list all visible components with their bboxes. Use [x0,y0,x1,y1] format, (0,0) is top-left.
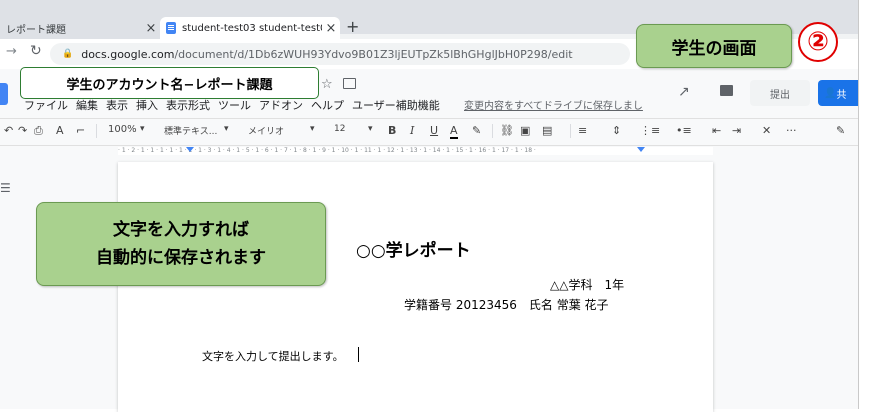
clear-formatting-icon[interactable]: ✕ [762,124,771,137]
link-icon[interactable]: ⛓ [500,124,514,137]
comment-icon[interactable] [720,85,733,96]
menu-edit[interactable]: 編集 [76,97,98,113]
tab-student-doc[interactable]: student-test03 student-test03 - L × [160,17,340,39]
submit-button[interactable]: 提出 [750,80,810,106]
insert-image-icon[interactable]: ▤ [542,124,552,137]
step-number-badge: ② [798,22,838,62]
toolbar-divider [96,124,97,138]
reload-icon[interactable]: ↻ [30,43,42,59]
menu-bar: ファイル 編集 表示 挿入 表示形式 ツール アドオン ヘルプ ユーザー補助機能 [24,97,448,113]
right-indent-marker[interactable] [637,147,645,152]
chevron-down-icon[interactable]: ▾ [224,124,229,134]
text-color-icon[interactable]: A [450,124,458,139]
editing-mode-icon[interactable]: ✎ [836,124,845,137]
paragraph-style-select[interactable]: 標準テキス... [164,124,217,137]
url-domain: docs.google.com [81,47,175,61]
font-size-select[interactable]: 12 [334,124,345,134]
url-text: docs.google.com/document/d/1Db6zWUH93Ydv… [81,48,572,61]
decrease-indent-icon[interactable]: ⇤ [712,124,721,137]
chevron-down-icon[interactable]: ▾ [310,124,315,134]
docs-logo-icon[interactable] [0,83,8,105]
close-icon[interactable]: × [142,21,160,36]
toolbar-divider [570,124,571,138]
menu-view[interactable]: 表示 [106,97,128,113]
tab-student-doc-title: student-test03 student-test03 - L [182,22,322,34]
tab-report-title: レポート課題 [6,24,66,36]
menu-addons[interactable]: アドオン [259,97,303,113]
paint-format-icon[interactable]: ⌐ [76,124,85,137]
numbered-list-icon[interactable]: ⋮≡ [640,124,660,137]
bold-icon[interactable]: B [388,124,396,137]
outline-icon[interactable]: ☰ [0,181,11,195]
menu-file[interactable]: ファイル [24,97,68,113]
menu-insert[interactable]: 挿入 [136,97,158,113]
docs-favicon-icon [166,22,176,34]
tab-report[interactable]: レポート課題 × [0,17,160,39]
forward-arrow-icon[interactable]: → [6,44,17,59]
document-body-text[interactable]: 文字を入力して提出します。 [202,348,344,364]
text-cursor [358,347,359,362]
document-title-field[interactable]: 学生のアカウント名−レポート課題 [20,67,319,99]
new-tab-button[interactable]: + [346,17,359,37]
share-button[interactable]: 👤 共 [818,80,858,106]
autosave-line-2: 自動的に保存されます [96,248,266,268]
star-icon[interactable]: ☆ [321,77,333,92]
chevron-down-icon[interactable]: ▾ [368,124,373,134]
chevron-down-icon[interactable]: ▾ [140,124,145,134]
share-label: 共 [836,89,847,101]
menu-format[interactable]: 表示形式 [166,97,210,113]
line-spacing-icon[interactable]: ⇕ [612,124,621,137]
autosave-callout: 文字を入力すれば 自動的に保存されます [36,202,326,286]
menu-help[interactable]: ヘルプ [311,97,344,113]
close-icon[interactable]: × [322,21,340,36]
url-bar[interactable]: 🔒 docs.google.com/document/d/1Db6zWUH93Y… [50,43,630,65]
align-icon[interactable]: ≡ [578,124,587,137]
activity-trend-icon[interactable]: ↗ [678,84,690,100]
document-department: △△学科 1年 [550,278,625,292]
autosave-line-1: 文字を入力すれば [113,220,249,240]
save-status-link[interactable]: 変更内容をすべてドライブに保存しまし [464,97,643,112]
increase-indent-icon[interactable]: ⇥ [732,124,741,137]
lock-icon: 🔒 [62,49,74,59]
print-icon[interactable]: ⎙ [34,124,43,138]
zoom-select[interactable]: 100% [108,124,137,135]
highlight-icon[interactable]: ✎ [472,124,481,137]
toolbar-divider [492,124,493,138]
move-folder-icon[interactable] [343,78,356,89]
left-indent-marker[interactable] [186,147,194,152]
url-path: /document/d/1Db6zWUH93Ydvo9B01Z3ljEUTpZk… [174,47,573,61]
bulleted-list-icon[interactable]: •≡ [676,124,692,137]
font-select[interactable]: メイリオ [248,124,284,137]
menu-tools[interactable]: ツール [218,97,251,113]
menu-accessibility[interactable]: ユーザー補助機能 [352,97,440,113]
document-student-info: 学籍番号 20123456 氏名 常葉 花子 [404,298,609,312]
underline-icon[interactable]: U [430,124,438,137]
person-icon: 👤 [824,87,837,99]
document-heading: ○○学レポート [356,241,471,261]
screen-label-callout: 学生の画面 [636,24,792,68]
ruler[interactable]: · 1 · 2 · 1 · 1 · 1 · 1 · 1 · 2 · 1 · 3 … [118,147,713,155]
add-comment-icon[interactable]: ▣ [520,124,530,137]
redo-icon[interactable]: ↷ [18,124,27,137]
undo-icon[interactable]: ↶ [4,124,13,137]
italic-icon[interactable]: I [410,124,414,137]
spellcheck-icon[interactable]: A [56,124,64,137]
more-options-icon[interactable]: ··· [786,124,797,137]
